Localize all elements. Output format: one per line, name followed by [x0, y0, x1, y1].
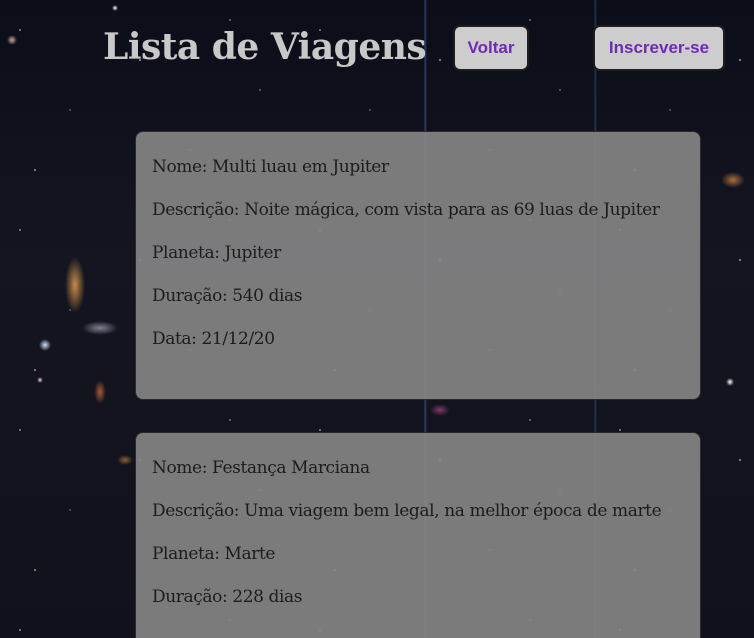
trip-name: NomeMulti luau em Jupiter: [152, 154, 700, 181]
trip-planet-value: Marte: [224, 544, 276, 564]
trip-duration-value: 228 dias: [232, 587, 303, 607]
trip-duration: Duração540 dias: [152, 283, 700, 310]
trip-description-value: Noite mágica, com vista para as 69 luas …: [244, 200, 660, 220]
trip-description-label: Descrição: [152, 200, 244, 220]
trip-card: NomeFestança Marciana DescriçãoUma viage…: [135, 432, 701, 638]
trip-description-value: Uma viagem bem legal, na melhor época de…: [244, 501, 662, 521]
trip-description-label: Descrição: [152, 501, 244, 521]
trip-name: NomeFestança Marciana: [152, 455, 700, 482]
trip-date-value: 21/12/20: [201, 329, 275, 349]
trip-planet-label: Planeta: [152, 243, 225, 263]
trip-duration: Duração228 dias: [152, 584, 700, 611]
back-button[interactable]: Voltar: [453, 25, 529, 71]
trip-duration-label: Duração: [152, 286, 232, 306]
trip-planet-label: Planeta: [152, 544, 225, 564]
trip-name-label: Nome: [152, 458, 212, 478]
trip-planet: PlanetaMarte: [152, 541, 700, 568]
trip-description: DescriçãoUma viagem bem legal, na melhor…: [152, 498, 700, 525]
trip-date: Data21/12/20: [152, 326, 700, 353]
page-header: Lista de Viagens Voltar Inscrever-se: [0, 0, 754, 100]
trip-name-value: Festança Marciana: [212, 458, 370, 478]
trip-planet: PlanetaJupiter: [152, 240, 700, 267]
page-title: Lista de Viagens: [103, 26, 427, 68]
subscribe-button[interactable]: Inscrever-se: [593, 25, 725, 71]
trip-planet-value: Jupiter: [224, 243, 282, 263]
trip-duration-label: Duração: [152, 587, 232, 607]
trip-date-label: Data: [152, 329, 201, 349]
trip-duration-value: 540 dias: [232, 286, 303, 306]
trip-name-label: Nome: [152, 157, 212, 177]
trip-card: NomeMulti luau em Jupiter DescriçãoNoite…: [135, 131, 701, 400]
trip-name-value: Multi luau em Jupiter: [212, 157, 389, 177]
trip-description: DescriçãoNoite mágica, com vista para as…: [152, 197, 700, 224]
